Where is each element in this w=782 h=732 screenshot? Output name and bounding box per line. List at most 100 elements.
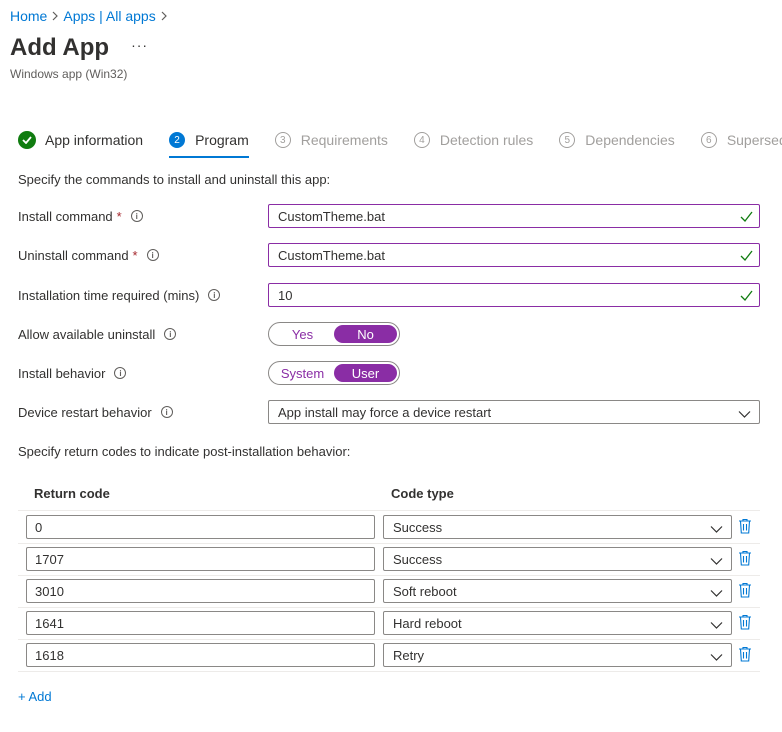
table-row: 0 Success [18, 511, 760, 543]
code-type-select[interactable]: Success [383, 515, 732, 539]
more-options-button[interactable]: ··· [131, 37, 148, 53]
restart-behavior-label: Device restart behavior i [18, 405, 268, 420]
table-row: 1707 Success [18, 543, 760, 575]
trash-icon[interactable] [738, 614, 752, 633]
column-header-return-code: Return code [34, 486, 110, 501]
install-time-label: Installation time required (mins) i [18, 288, 268, 303]
toggle-option-user[interactable]: User [334, 364, 397, 382]
install-time-row: Installation time required (mins) i 10 [18, 283, 760, 307]
input-value: CustomTheme.bat [278, 208, 385, 224]
info-icon[interactable]: i [160, 406, 173, 418]
step-label: Requirements [300, 132, 388, 148]
select-value: Success [393, 551, 443, 567]
restart-behavior-row: Device restart behavior i App install ma… [18, 400, 760, 424]
step-number: 5 [559, 132, 576, 148]
page-subtitle: Windows app (Win32) [10, 67, 128, 81]
step-app-information[interactable]: App information [18, 128, 143, 152]
label-text: Allow available uninstall [18, 326, 156, 342]
code-type-select[interactable]: Soft reboot [383, 579, 732, 603]
select-value: Soft reboot [393, 583, 457, 599]
input-value: 10 [278, 287, 293, 303]
install-time-input[interactable]: 10 [268, 283, 760, 307]
trash-icon[interactable] [738, 550, 752, 569]
breadcrumb-apps[interactable]: Apps | All apps [63, 8, 155, 24]
table-row: 3010 Soft reboot [18, 575, 760, 607]
form-intro: Specify the commands to install and unin… [18, 172, 331, 187]
allow-uninstall-toggle: Yes No [268, 322, 400, 346]
return-code-input[interactable]: 3010 [26, 579, 375, 603]
install-command-input[interactable]: CustomTheme.bat [268, 204, 760, 228]
select-value: Success [393, 519, 443, 535]
chevron-down-icon [710, 618, 723, 633]
step-dependencies[interactable]: 5 Dependencies [559, 128, 675, 152]
install-command-row: Install command * i CustomTheme.bat [18, 204, 760, 228]
add-return-code-button[interactable]: + Add [18, 689, 52, 704]
allow-uninstall-label: Allow available uninstall i [18, 327, 268, 342]
uninstall-command-row: Uninstall command * i CustomTheme.bat [18, 243, 760, 267]
step-number: 6 [700, 132, 717, 148]
input-value: CustomTheme.bat [278, 247, 385, 263]
return-codes-heading: Specify return codes to indicate post-in… [18, 444, 351, 459]
check-circle-icon [18, 131, 36, 149]
code-type-select[interactable]: Retry [383, 643, 732, 667]
chevron-down-icon [738, 407, 751, 422]
step-label: App information [45, 132, 144, 148]
return-code-input[interactable]: 1707 [26, 547, 375, 571]
info-icon[interactable]: i [130, 210, 143, 222]
info-icon[interactable]: i [208, 289, 221, 301]
title-row: Add App ··· [10, 34, 148, 62]
return-code-input[interactable]: 0 [26, 515, 375, 539]
chevron-right-icon [156, 11, 172, 21]
toggle-option-yes[interactable]: Yes [271, 325, 334, 343]
breadcrumb-home[interactable]: Home [10, 8, 47, 24]
step-label: Detection rules [439, 132, 534, 148]
toggle-option-system[interactable]: System [271, 364, 334, 382]
info-icon[interactable]: i [146, 249, 159, 261]
code-type-select[interactable]: Hard reboot [383, 611, 732, 635]
table-row: 1641 Hard reboot [18, 607, 760, 639]
check-icon [740, 289, 753, 304]
uninstall-command-label: Uninstall command * i [18, 248, 268, 263]
chevron-down-icon [710, 650, 723, 665]
label-text: Installation time required (mins) [18, 287, 200, 303]
step-number: 4 [413, 132, 430, 148]
table-row: 1618 Retry [18, 639, 760, 671]
trash-icon[interactable] [738, 646, 752, 665]
select-value: Hard reboot [393, 615, 462, 631]
return-code-input[interactable]: 1618 [26, 643, 375, 667]
column-header-code-type: Code type [391, 486, 454, 501]
install-command-label: Install command * i [18, 209, 268, 224]
install-behavior-toggle: System User [268, 361, 400, 385]
page-title: Add App [10, 34, 110, 61]
info-icon[interactable]: i [164, 328, 177, 340]
wizard-steps: App information 2 Program 3 Requirements… [18, 128, 782, 158]
allow-uninstall-row: Allow available uninstall i Yes No [18, 322, 760, 346]
return-code-input[interactable]: 1641 [26, 611, 375, 635]
uninstall-command-input[interactable]: CustomTheme.bat [268, 243, 760, 267]
select-value: Retry [393, 647, 425, 663]
step-label: Supersedence [726, 132, 782, 148]
select-value: App install may force a device restart [278, 404, 492, 420]
code-type-select[interactable]: Success [383, 547, 732, 571]
step-label: Program [195, 132, 249, 148]
chevron-right-icon [47, 11, 63, 21]
label-text: Uninstall command [18, 247, 129, 263]
install-behavior-row: Install behavior i System User [18, 361, 760, 385]
toggle-option-no[interactable]: No [334, 325, 397, 343]
trash-icon[interactable] [738, 518, 752, 537]
info-icon[interactable]: i [114, 367, 127, 379]
step-requirements[interactable]: 3 Requirements [274, 128, 388, 152]
chevron-down-icon [710, 586, 723, 601]
restart-behavior-select[interactable]: App install may force a device restart [268, 400, 760, 424]
install-behavior-label: Install behavior i [18, 366, 268, 381]
step-detection-rules[interactable]: 4 Detection rules [413, 128, 534, 152]
table-divider [18, 671, 760, 672]
chevron-down-icon [710, 522, 723, 537]
trash-icon[interactable] [738, 582, 752, 601]
step-number: 3 [274, 132, 291, 148]
label-text: Device restart behavior [18, 404, 152, 420]
step-program[interactable]: 2 Program [169, 128, 249, 158]
step-label: Dependencies [585, 132, 675, 148]
check-icon [740, 210, 753, 225]
step-supersedence[interactable]: 6 Supersedence [700, 128, 782, 152]
